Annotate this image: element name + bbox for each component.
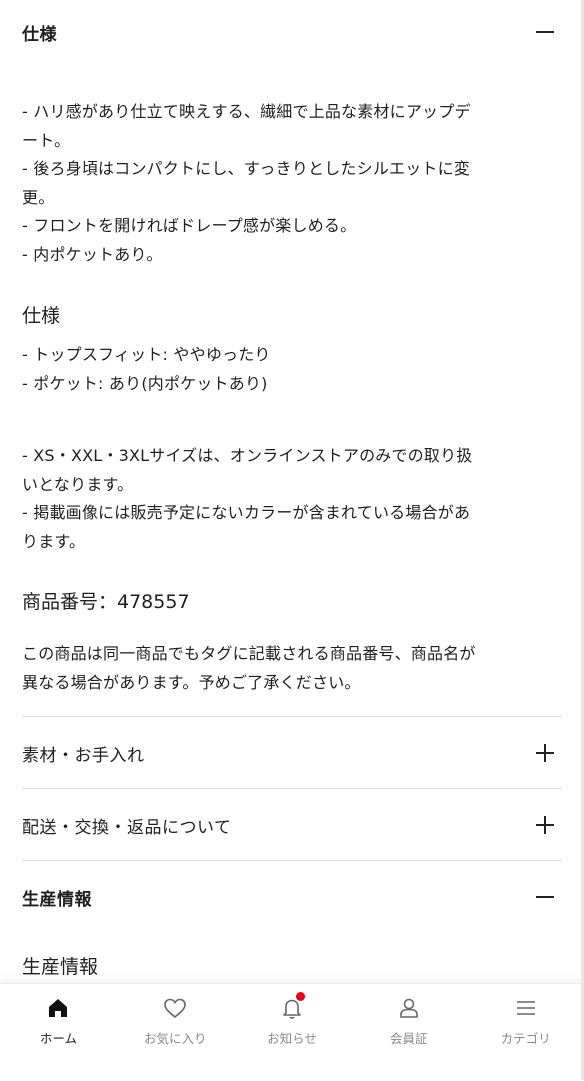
spec-list: - トップスフィット: ややゆったり - ポケット: あり(内ポケットあり)	[22, 341, 562, 398]
notification-badge	[295, 992, 305, 1001]
bell-icon	[278, 992, 306, 1022]
home-icon	[44, 994, 72, 1022]
nav-item-category[interactable]: カテゴリ	[467, 984, 584, 1081]
nav-item-notifications[interactable]: お知らせ	[234, 984, 351, 1081]
note-line: ります。	[22, 531, 86, 551]
nav-label: カテゴリ	[500, 1031, 551, 1046]
material-accordion-header[interactable]: 素材・お手入れ	[22, 733, 562, 773]
menu-icon	[512, 994, 540, 1022]
material-accordion-title: 素材・お手入れ	[22, 745, 145, 766]
plus-icon[interactable]	[534, 742, 556, 764]
description-line: ート。	[22, 130, 71, 150]
person-icon	[395, 994, 423, 1022]
bottom-nav: ホーム お気に入り お知らせ 会員証 カテゴリ	[0, 983, 584, 1081]
spec-notes: - XS・XXL・3XLサイズは、オンラインストアのみでの取り扱 いとなります。…	[22, 442, 562, 556]
production-accordion-title: 生産情報	[22, 889, 92, 910]
nav-item-membership[interactable]: 会員証	[350, 984, 467, 1081]
note-line: いとなります。	[22, 474, 134, 494]
production-subheading: 生産情報	[22, 956, 99, 978]
spec-accordion-title: 仕様	[22, 24, 57, 45]
heart-icon	[161, 994, 189, 1022]
nav-item-favorites[interactable]: お気に入り	[117, 984, 234, 1081]
nav-label: お気に入り	[143, 1031, 207, 1046]
disclaimer-line: この商品は同一商品でもタグに記載される商品番号、商品名が	[22, 644, 476, 663]
plus-icon[interactable]	[534, 814, 556, 836]
spec-line: - ポケット: あり(内ポケットあり)	[22, 373, 268, 393]
shipping-accordion-header[interactable]: 配送・交換・返品について	[22, 805, 562, 845]
note-line: - XS・XXL・3XLサイズは、オンラインストアのみでの取り扱	[22, 446, 473, 465]
production-accordion-header[interactable]: 生産情報	[22, 877, 562, 917]
product-detail-page: 仕様 - ハリ感があり仕立て映えする、繊細で上品な素材にアップデ ート。 - 後…	[0, 0, 584, 1081]
description-line: - 内ポケットあり。	[22, 244, 163, 264]
divider	[22, 860, 562, 861]
spec-subheading: 仕様	[22, 305, 61, 327]
description-line: 更。	[22, 187, 55, 207]
minus-icon[interactable]	[534, 886, 556, 908]
nav-item-home[interactable]: ホーム	[0, 984, 117, 1081]
product-disclaimer: この商品は同一商品でもタグに記載される商品番号、商品名が 異なる場合があります。…	[22, 640, 562, 697]
disclaimer-line: 異なる場合があります。予めご了承ください。	[22, 672, 361, 692]
spec-accordion-header[interactable]: 仕様	[22, 12, 562, 52]
note-line: - 掲載画像には販売予定にないカラーが含まれている場合があ	[22, 503, 471, 522]
description-line: - 後ろ身頃はコンパクトにし、すっきりとしたシルエットに変	[22, 159, 471, 178]
spec-description: - ハリ感があり仕立て映えする、繊細で上品な素材にアップデ ート。 - 後ろ身頃…	[22, 98, 562, 269]
divider	[22, 716, 562, 717]
shipping-accordion-title: 配送・交換・返品について	[22, 817, 232, 838]
minus-icon[interactable]	[534, 21, 556, 43]
nav-label: 会員証	[390, 1031, 428, 1046]
nav-label: ホーム	[39, 1031, 77, 1046]
nav-label: お知らせ	[267, 1031, 317, 1046]
divider	[22, 788, 562, 789]
product-number: 商品番号：478557	[22, 591, 190, 613]
spec-line: - トップスフィット: ややゆったり	[22, 345, 271, 364]
description-line: - ハリ感があり仕立て映えする、繊細で上品な素材にアップデ	[22, 102, 471, 121]
description-line: - フロントを開ければドレープ感が楽しめる。	[22, 216, 357, 235]
